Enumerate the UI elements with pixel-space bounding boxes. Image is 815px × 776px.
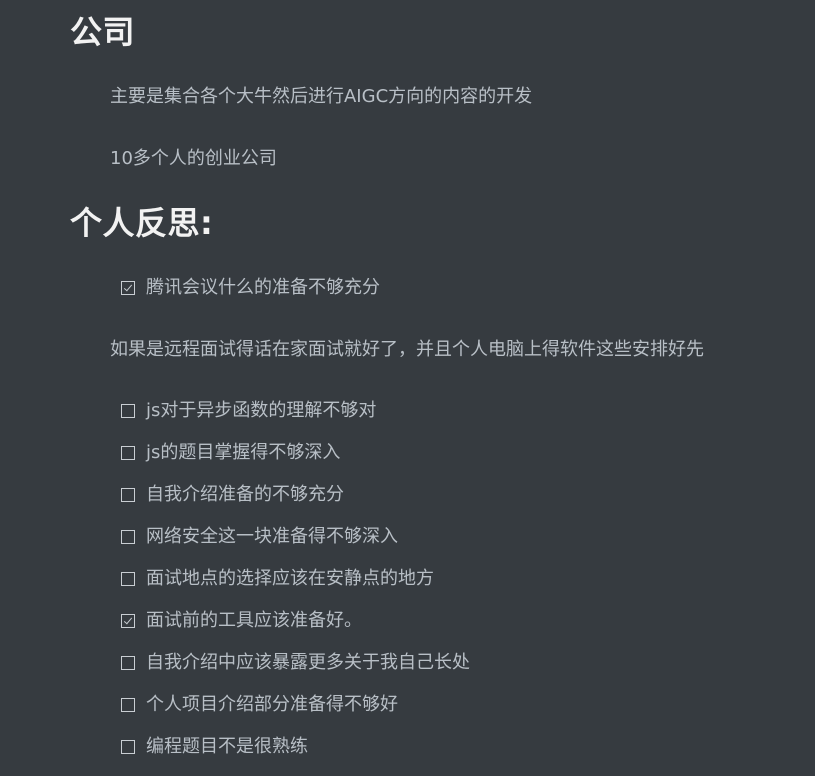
- task-list-item: 面试前的工具应该准备好。: [121, 608, 362, 634]
- document: 公司 主要是集合各个大牛然后进行AIGC方向的内容的开发 10多个人的创业公司 …: [0, 0, 815, 776]
- task-list-item: js的题目掌握得不够深入: [121, 440, 340, 466]
- heading-company: 公司: [70, 13, 136, 51]
- task-text: 面试地点的选择应该在安静点的地方: [146, 568, 434, 589]
- paragraph-company-size: 10多个人的创业公司: [110, 148, 277, 169]
- task-text: js对于异步函数的理解不够对: [146, 400, 377, 421]
- paragraph-remote-interview: 如果是远程面试得话在家面试就好了，并且个人电脑上得软件这些安排好先: [110, 339, 704, 360]
- checkbox[interactable]: [121, 488, 135, 502]
- task-list-item: 编程题目不是很熟练: [121, 734, 308, 760]
- task-list-item: js对于异步函数的理解不够对: [121, 398, 376, 424]
- task-list-item: 腾讯会议什么的准备不够充分: [121, 275, 380, 301]
- task-text: 腾讯会议什么的准备不够充分: [146, 277, 380, 298]
- task-text: 网络安全这一块准备得不够深入: [146, 526, 398, 547]
- task-text: 面试前的工具应该准备好。: [146, 610, 362, 631]
- task-text: js的题目掌握得不够深入: [146, 442, 341, 463]
- task-list-item: 个人项目介绍部分准备得不够好: [121, 692, 398, 718]
- task-list-item: 面试地点的选择应该在安静点的地方: [121, 566, 434, 592]
- task-text: 自我介绍准备的不够充分: [146, 484, 344, 505]
- checkbox[interactable]: [121, 572, 135, 586]
- checkbox[interactable]: [121, 698, 135, 712]
- task-text: 编程题目不是很熟练: [146, 736, 308, 757]
- task-list-item: 自我介绍准备的不够充分: [121, 482, 344, 508]
- heading-personal-reflection: 个人反思:: [70, 204, 214, 242]
- task-text: 自我介绍中应该暴露更多关于我自己长处: [146, 652, 470, 673]
- paragraph-company-description: 主要是集合各个大牛然后进行AIGC方向的内容的开发: [110, 86, 533, 107]
- checkbox-checked[interactable]: [121, 281, 135, 295]
- task-text: 个人项目介绍部分准备得不够好: [146, 694, 398, 715]
- task-list-item: 网络安全这一块准备得不够深入: [121, 524, 398, 550]
- checkbox[interactable]: [121, 446, 135, 460]
- task-list-item: 自我介绍中应该暴露更多关于我自己长处: [121, 650, 470, 676]
- checkbox-checked[interactable]: [121, 614, 135, 628]
- checkbox[interactable]: [121, 740, 135, 754]
- checkbox[interactable]: [121, 656, 135, 670]
- checkbox[interactable]: [121, 530, 135, 544]
- checkbox[interactable]: [121, 404, 135, 418]
